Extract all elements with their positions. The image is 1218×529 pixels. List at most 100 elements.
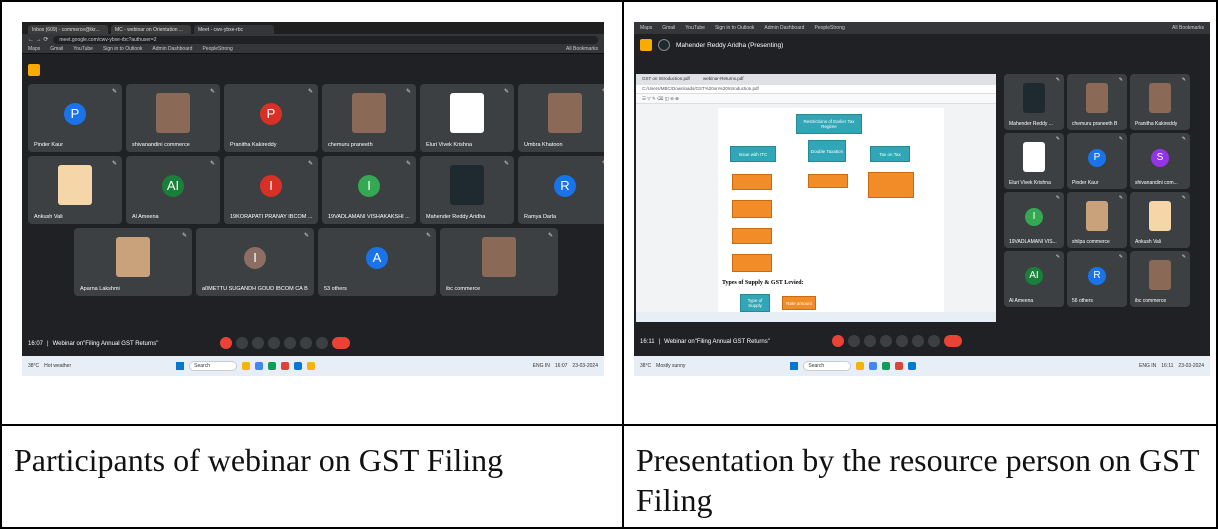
browser-tab[interactable]: Inbox (609) - commerce@tkr... [28,25,108,34]
present-button[interactable] [284,337,297,349]
more-options-button[interactable] [927,335,940,347]
participant-tile[interactable]: P ✎ Pinder Kaur [1067,133,1127,189]
participant-tile[interactable]: AI ✎ Al Ameena [1004,251,1064,307]
windows-start-icon[interactable] [790,362,799,370]
participant-tile[interactable]: ✎ Eluri Vivek Krishna [1004,133,1064,189]
windows-taskbar: 38°C Hot weather Search ENG IN 16:07 23-… [22,356,604,376]
participant-tile[interactable]: ✎ Mahender Reddy Aridha [420,156,514,224]
pdf-path[interactable]: C:/Users/MBC/Downloads/GST%20on%20Introd… [636,85,996,94]
more-options-button[interactable] [316,337,329,349]
nav-arrows-icon[interactable]: ← → ⟳ [28,36,48,43]
participant-tile[interactable]: S ✎ shivanandini com... [1130,133,1190,189]
participant-tile[interactable]: P ✎ Pinder Kaur [28,84,122,152]
bookmark-item[interactable]: YouTube [685,25,705,31]
mic-muted-icon: ✎ [1055,136,1060,142]
app-icon[interactable] [908,362,917,370]
avatar: S [1151,148,1169,167]
participant-tile[interactable]: ✎ Aparna Lakshmi [74,228,192,296]
bookmark-item[interactable]: All Bookmarks [566,46,598,52]
bookmark-item[interactable]: Admin Dashboard [764,25,804,31]
app-icon[interactable] [294,362,303,370]
participant-tile[interactable]: ✎ chemuru praneeth B [1067,74,1127,130]
participant-tile[interactable]: ✎ Pranitha Kakireddy [1130,74,1190,130]
avatar: I [358,174,380,197]
language-indicator[interactable]: ENG IN [533,363,550,369]
clock-time: 16:07 [554,363,568,369]
app-icon[interactable] [242,362,251,370]
mic-off-button[interactable] [831,335,844,347]
meet-logo-icon [640,39,652,51]
captions-button[interactable] [863,335,876,347]
participant-tile[interactable]: I ✎ 19VADLAMANI VIS... [1004,192,1064,248]
participant-tile[interactable]: I ✎ a0METTU SUGANDH GOUD IBCOM CA B [196,228,314,296]
mic-muted-icon: ✎ [209,161,215,167]
participant-tile[interactable]: ✎ Ankush Vali [28,156,122,224]
app-icon[interactable] [255,362,264,370]
captions-button[interactable] [252,337,265,349]
participant-tile[interactable]: AI ✎ Al Ameena [126,156,220,224]
participant-name: 56 others [1072,298,1093,304]
mic-muted-icon: ✎ [405,161,411,167]
participant-tile[interactable]: I ✎ 19KORAPATI PRANAY IBCOM ... [224,156,318,224]
mic-off-button[interactable] [220,337,233,349]
presenter-header: Mahender Reddy Aridha (Presenting) [634,34,1210,56]
participant-tile[interactable]: ✎ chemuru praneeth [322,84,416,152]
participant-tile[interactable]: P ✎ Pranitha Kakireddy [224,84,318,152]
participant-tile[interactable]: ✎ Umbra Khatoon [518,84,604,152]
raise-hand-button[interactable] [911,335,924,347]
participant-tile[interactable]: I ✎ 19VADLAMANI VISHAKAKSHI ... [322,156,416,224]
participant-tile[interactable]: R ✎ 56 others [1067,251,1127,307]
present-button[interactable] [895,335,908,347]
camera-button[interactable] [236,337,249,349]
meet-controls: 16:11 | Webinar on"Filing Annual GST Ret… [634,332,1210,352]
participant-name: a0METTU SUGANDH GOUD IBCOM CA B [202,286,308,292]
bookmark-item[interactable]: Gmail [50,46,63,52]
language-indicator[interactable]: ENG IN [1139,363,1156,369]
mic-muted-icon: ✎ [209,89,215,95]
app-icon[interactable] [882,362,891,370]
caption-right: Presentation by the resource person on G… [636,442,1199,518]
participant-tile[interactable]: ✎ ibc commerce [1130,251,1190,307]
windows-start-icon[interactable] [176,362,185,370]
participant-tile[interactable]: ✎ shilpa commerce [1067,192,1127,248]
app-icon[interactable] [268,362,277,370]
participant-tile[interactable]: ✎ shivanandini commerce [126,84,220,152]
end-call-button[interactable] [332,337,351,349]
bookmark-item[interactable]: Admin Dashboard [152,46,192,52]
taskbar-search[interactable]: Search [803,361,852,371]
avatar: I [260,174,282,197]
browser-tab[interactable]: MC - webinar on Orientation ... [111,25,191,34]
participant-tile[interactable]: ✎ Eluri Vivek Krishna [420,84,514,152]
app-icon[interactable] [307,362,316,370]
app-icon[interactable] [856,362,865,370]
bookmark-item[interactable]: YouTube [73,46,93,52]
bookmark-item[interactable]: Sign in to Outlook [715,25,754,31]
app-icon[interactable] [869,362,878,370]
end-call-button[interactable] [943,335,962,347]
participant-tile[interactable]: ✎ Mahender Reddy ... [1004,74,1064,130]
emoji-button[interactable] [268,337,281,349]
participant-tile[interactable]: ✎ Ankush Vali [1130,192,1190,248]
url-field[interactable]: meet.google.com/cwv-ybxe-rbc?authuser=2 [53,35,598,44]
bookmark-item[interactable]: Gmail [662,25,675,31]
app-icon[interactable] [895,362,904,370]
bookmark-item[interactable]: Maps [28,46,40,52]
bookmark-item[interactable]: All Bookmarks [1172,25,1204,31]
participant-tile[interactable]: ✎ ibc commerce [440,228,558,296]
emoji-button[interactable] [879,335,892,347]
app-icon[interactable] [281,362,290,370]
participant-tile[interactable]: R ✎ Ramya Darla [518,156,604,224]
raise-hand-button[interactable] [300,337,313,349]
pdf-tab[interactable]: webinar-Returns.pdf [703,76,744,81]
bookmark-item[interactable]: PeopleStrong [814,25,844,31]
clock-date: 23-03-2024 [572,363,598,369]
camera-button[interactable] [847,335,860,347]
bookmark-item[interactable]: Maps [640,25,652,31]
diagram-caption: Types of Supply & GST Levied: [722,280,804,286]
bookmark-item[interactable]: PeopleStrong [202,46,232,52]
participant-tile[interactable]: A ✎ 53 others [318,228,436,296]
bookmark-item[interactable]: Sign in to Outlook [103,46,142,52]
browser-tab[interactable]: Meet - cwv-ybxe-rbc [194,25,274,34]
taskbar-search[interactable]: Search [189,361,238,371]
pdf-tab[interactable]: GST on Introduction.pdf [642,76,690,81]
